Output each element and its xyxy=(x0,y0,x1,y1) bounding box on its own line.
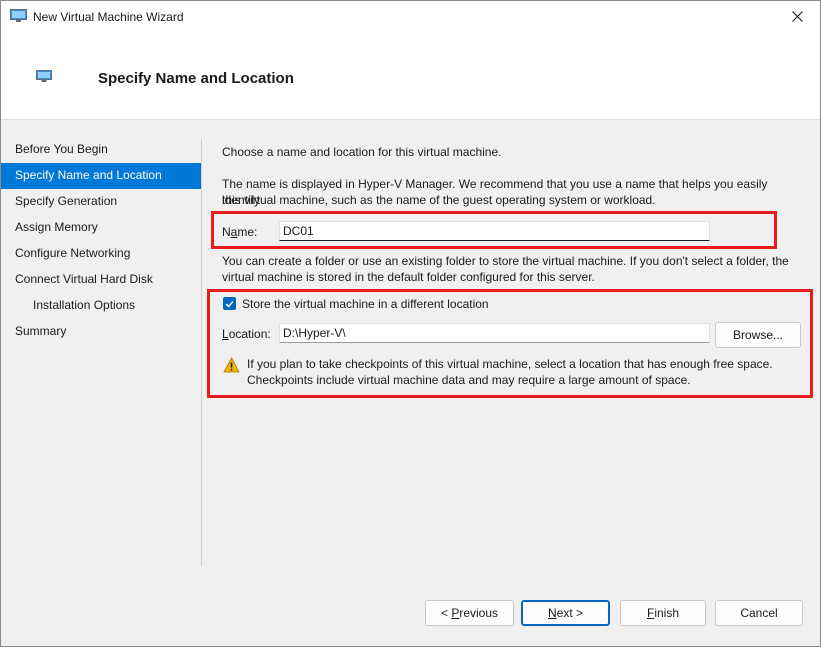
wizard-window: New Virtual Machine Wizard Specify Name … xyxy=(0,0,821,647)
nav-item-specify-generation[interactable]: Specify Generation xyxy=(1,189,201,215)
previous-button[interactable]: < Previous xyxy=(425,600,514,626)
page-title: Specify Name and Location xyxy=(98,70,294,87)
next-button[interactable]: Next > xyxy=(521,600,610,626)
close-button[interactable] xyxy=(774,1,820,32)
vm-monitor-icon xyxy=(10,9,27,22)
nav-item-connect-virtual-hard-disk[interactable]: Connect Virtual Hard Disk xyxy=(1,267,201,293)
folder-help-text-line1: You can create a folder or use an existi… xyxy=(222,254,789,268)
highlight-box-location xyxy=(207,289,813,398)
nav-divider xyxy=(201,139,202,566)
cancel-button[interactable]: Cancel xyxy=(715,600,803,626)
highlight-box-name xyxy=(211,211,777,249)
nav-item-installation-options[interactable]: Installation Options xyxy=(1,293,201,319)
nav-item-summary[interactable]: Summary xyxy=(1,319,201,345)
nav-item-before-you-begin[interactable]: Before You Begin xyxy=(1,137,201,163)
wizard-steps-nav: Before You Begin Specify Name and Locati… xyxy=(1,137,201,345)
name-help-text-line2: this virtual machine, such as the name o… xyxy=(222,193,656,207)
nav-item-configure-networking[interactable]: Configure Networking xyxy=(1,241,201,267)
vm-monitor-icon xyxy=(36,70,52,82)
nav-item-assign-memory[interactable]: Assign Memory xyxy=(1,215,201,241)
window-title: New Virtual Machine Wizard xyxy=(33,10,184,24)
finish-button[interactable]: Finish xyxy=(620,600,706,626)
close-icon xyxy=(791,11,803,22)
intro-text: Choose a name and location for this virt… xyxy=(222,145,502,159)
wizard-header: Specify Name and Location xyxy=(1,32,820,120)
folder-help-text-line2: virtual machine is stored in the default… xyxy=(222,270,595,284)
nav-item-specify-name-and-location[interactable]: Specify Name and Location xyxy=(1,163,201,189)
title-bar: New Virtual Machine Wizard xyxy=(1,1,820,32)
